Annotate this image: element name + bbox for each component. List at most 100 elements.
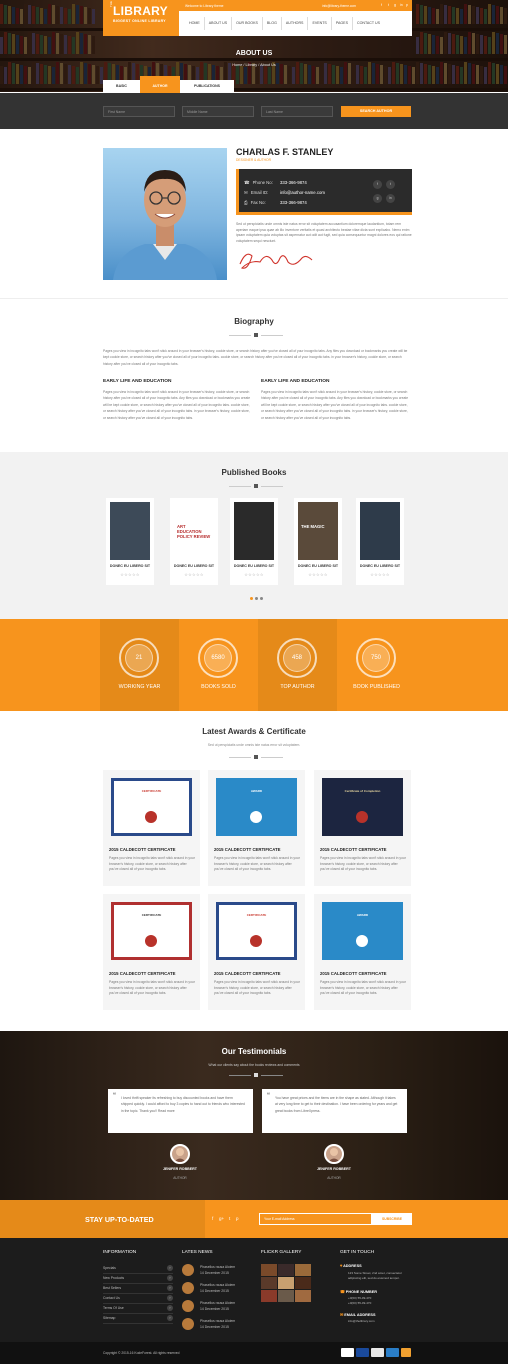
last-name-input[interactable]: Last Name bbox=[261, 106, 333, 117]
first-name-input[interactable]: First Name bbox=[103, 106, 175, 117]
book-card[interactable]: DONEC EU LIBERO SIT ☆☆☆☆☆ bbox=[356, 498, 404, 585]
certificate-card[interactable]: AWARD 2015 CALDECOTT CERTIFICATE Pages you… bbox=[314, 894, 411, 1010]
twitter-icon[interactable]: t bbox=[229, 1216, 230, 1221]
certificate-card[interactable]: AWARD 2015 CALDECOTT CERTIFICATE Pages you… bbox=[208, 770, 305, 886]
certificate-title[interactable]: 2015 CALDECOTT CERTIFICATE bbox=[109, 847, 176, 852]
book-title[interactable]: DONEC EU LIBERO SIT bbox=[230, 564, 278, 568]
gallery-thumbnail[interactable] bbox=[261, 1277, 277, 1289]
book-cover[interactable]: THE MAGIC bbox=[298, 502, 338, 560]
book-title[interactable]: DONEC EU LIBERO SIT bbox=[356, 564, 404, 568]
nav-home[interactable]: HOME bbox=[185, 17, 204, 30]
breadcrumb[interactable]: Home / Library / About Us bbox=[0, 63, 508, 67]
certificate-image[interactable]: AWARD bbox=[216, 778, 297, 836]
book-card[interactable]: THE MAGIC DONEC EU LIBERO SIT ☆☆☆☆☆ bbox=[294, 498, 342, 585]
nav-about-us[interactable]: ABOUT US bbox=[203, 17, 231, 30]
newsletter-email-input[interactable]: Your E-mail Address bbox=[259, 1213, 372, 1225]
gallery-thumbnail[interactable] bbox=[278, 1277, 294, 1289]
chevron-right-icon[interactable]: › bbox=[167, 1295, 173, 1301]
facebook-icon[interactable]: f bbox=[381, 3, 382, 7]
news-title[interactable]: Phasellus rausa Aloiem bbox=[200, 1319, 235, 1323]
facebook-icon[interactable]: f bbox=[212, 1216, 213, 1221]
chevron-right-icon[interactable]: › bbox=[167, 1305, 173, 1311]
book-cover[interactable] bbox=[110, 502, 150, 560]
twitter-icon[interactable]: t bbox=[388, 3, 389, 7]
gallery-thumbnail[interactable] bbox=[278, 1264, 294, 1276]
gallery-thumbnail[interactable] bbox=[278, 1290, 294, 1302]
nav-authors[interactable]: AUTHORS bbox=[280, 17, 308, 30]
book-card[interactable]: ART EDUCATION POLICY REVIEW DONEC EU LIBE… bbox=[170, 498, 218, 585]
certificate-title[interactable]: 2015 CALDECOTT CERTIFICATE bbox=[320, 971, 387, 976]
google-plus-icon[interactable]: g bbox=[373, 194, 382, 203]
book-card[interactable]: DONEC EU LIBERO SIT ☆☆☆☆☆ bbox=[230, 498, 278, 585]
book-cover[interactable] bbox=[360, 502, 400, 560]
nav-our-books[interactable]: OUR BOOKS bbox=[231, 17, 262, 30]
footer-link[interactable]: Specials bbox=[103, 1266, 116, 1270]
gallery-thumbnail[interactable] bbox=[295, 1290, 311, 1302]
tab-publications[interactable]: PUBLICATIONS bbox=[180, 80, 234, 93]
news-thumbnail[interactable] bbox=[182, 1282, 194, 1294]
news-title[interactable]: Phasellus rausa Aloiem bbox=[200, 1301, 235, 1305]
certificate-card[interactable]: CERTIFICATE 2015 CALDECOTT CERTIFICATE Pag… bbox=[103, 894, 200, 1010]
certificate-image[interactable]: Certificate of Completion bbox=[322, 778, 403, 836]
certificate-image[interactable]: CERTIFICATE bbox=[111, 902, 192, 960]
chevron-right-icon[interactable]: › bbox=[167, 1315, 173, 1321]
news-thumbnail[interactable] bbox=[182, 1264, 194, 1276]
tab-author[interactable]: AUTHOR bbox=[140, 76, 180, 93]
carousel-dot[interactable] bbox=[255, 597, 258, 600]
nav-events[interactable]: EVENTS bbox=[307, 17, 330, 30]
carousel-dot[interactable] bbox=[250, 597, 253, 600]
chevron-right-icon[interactable]: › bbox=[167, 1285, 173, 1291]
chevron-right-icon[interactable]: › bbox=[167, 1275, 173, 1281]
certificate-title[interactable]: 2015 CALDECOTT CERTIFICATE bbox=[214, 971, 281, 976]
facebook-icon[interactable]: f bbox=[373, 180, 382, 189]
certificate-image[interactable]: CERTIFICATE bbox=[216, 902, 297, 960]
nav-pages[interactable]: PAGES bbox=[330, 17, 352, 30]
footer-email-value[interactable]: info@thelibrary.com bbox=[348, 1319, 375, 1323]
news-thumbnail[interactable] bbox=[182, 1300, 194, 1312]
subscribe-button[interactable]: SUBSCRIBE bbox=[372, 1213, 412, 1225]
middle-name-input[interactable]: Middle Name bbox=[182, 106, 254, 117]
nav-blog[interactable]: BLOG bbox=[261, 17, 281, 30]
book-title[interactable]: DONEC EU LIBERO SIT bbox=[170, 564, 218, 568]
certificate-card[interactable]: CERTIFICATE 2015 CALDECOTT CERTIFICATE Pag… bbox=[103, 770, 200, 886]
carousel-dot[interactable] bbox=[260, 597, 263, 600]
certificate-title[interactable]: 2015 CALDECOTT CERTIFICATE bbox=[320, 847, 387, 852]
google-plus-icon[interactable]: g bbox=[394, 3, 396, 7]
footer-link[interactable]: Sitemap bbox=[103, 1316, 115, 1320]
footer-link[interactable]: Terms Of Use bbox=[103, 1306, 124, 1310]
book-title[interactable]: DONEC EU LIBERO SIT bbox=[106, 564, 154, 568]
header-email[interactable]: info@library-theme.com bbox=[322, 4, 356, 8]
pinterest-icon[interactable]: p bbox=[406, 3, 408, 7]
gallery-thumbnail[interactable] bbox=[261, 1264, 277, 1276]
search-author-button[interactable]: SEARCH AUTHOR bbox=[341, 106, 411, 117]
book-cover[interactable]: ART EDUCATION POLICY REVIEW bbox=[174, 502, 214, 560]
news-title[interactable]: Phasellus rausa Aloiem bbox=[200, 1265, 235, 1269]
linkedin-icon[interactable]: in bbox=[386, 194, 395, 203]
tab-basic[interactable]: BASIC bbox=[103, 80, 140, 93]
news-title[interactable]: Phasellus rausa Aloiem bbox=[200, 1283, 235, 1287]
book-cover[interactable] bbox=[234, 502, 274, 560]
book-title[interactable]: DONEC EU LIBERO SIT bbox=[294, 564, 342, 568]
gallery-thumbnail[interactable] bbox=[295, 1277, 311, 1289]
linkedin-icon[interactable]: in bbox=[400, 3, 403, 7]
certificate-card[interactable]: Certificate of Completion 2015 CALDECOTT … bbox=[314, 770, 411, 886]
chevron-right-icon[interactable]: › bbox=[167, 1265, 173, 1271]
certificate-image[interactable]: AWARD bbox=[322, 902, 403, 960]
nav-contact-us[interactable]: CONTACT US bbox=[351, 17, 384, 30]
gallery-thumbnail[interactable] bbox=[261, 1290, 277, 1302]
certificate-title[interactable]: 2015 CALDECOTT CERTIFICATE bbox=[214, 847, 281, 852]
footer-link[interactable]: New Products bbox=[103, 1276, 124, 1280]
certificate-title[interactable]: 2015 CALDECOTT CERTIFICATE bbox=[109, 971, 176, 976]
certificate-image[interactable]: CERTIFICATE bbox=[111, 778, 192, 836]
certificate-card[interactable]: CERTIFICATE 2015 CALDECOTT CERTIFICATE Pag… bbox=[208, 894, 305, 1010]
email-value[interactable]: info@author-name.com bbox=[280, 190, 325, 195]
footer-link[interactable]: Best Sellers bbox=[103, 1286, 121, 1290]
news-thumbnail[interactable] bbox=[182, 1318, 194, 1330]
pinterest-icon[interactable]: p bbox=[236, 1216, 239, 1221]
google-plus-icon[interactable]: g+ bbox=[219, 1216, 224, 1221]
gallery-thumbnail[interactable] bbox=[295, 1264, 311, 1276]
twitter-icon[interactable]: t bbox=[386, 180, 395, 189]
site-logo[interactable]: THE LIBRARY BIGGEST ONLINE LIBRARY bbox=[103, 0, 179, 36]
book-card[interactable]: DONEC EU LIBERO SIT ☆☆☆☆☆ bbox=[106, 498, 154, 585]
footer-link[interactable]: Contact Us bbox=[103, 1296, 120, 1300]
